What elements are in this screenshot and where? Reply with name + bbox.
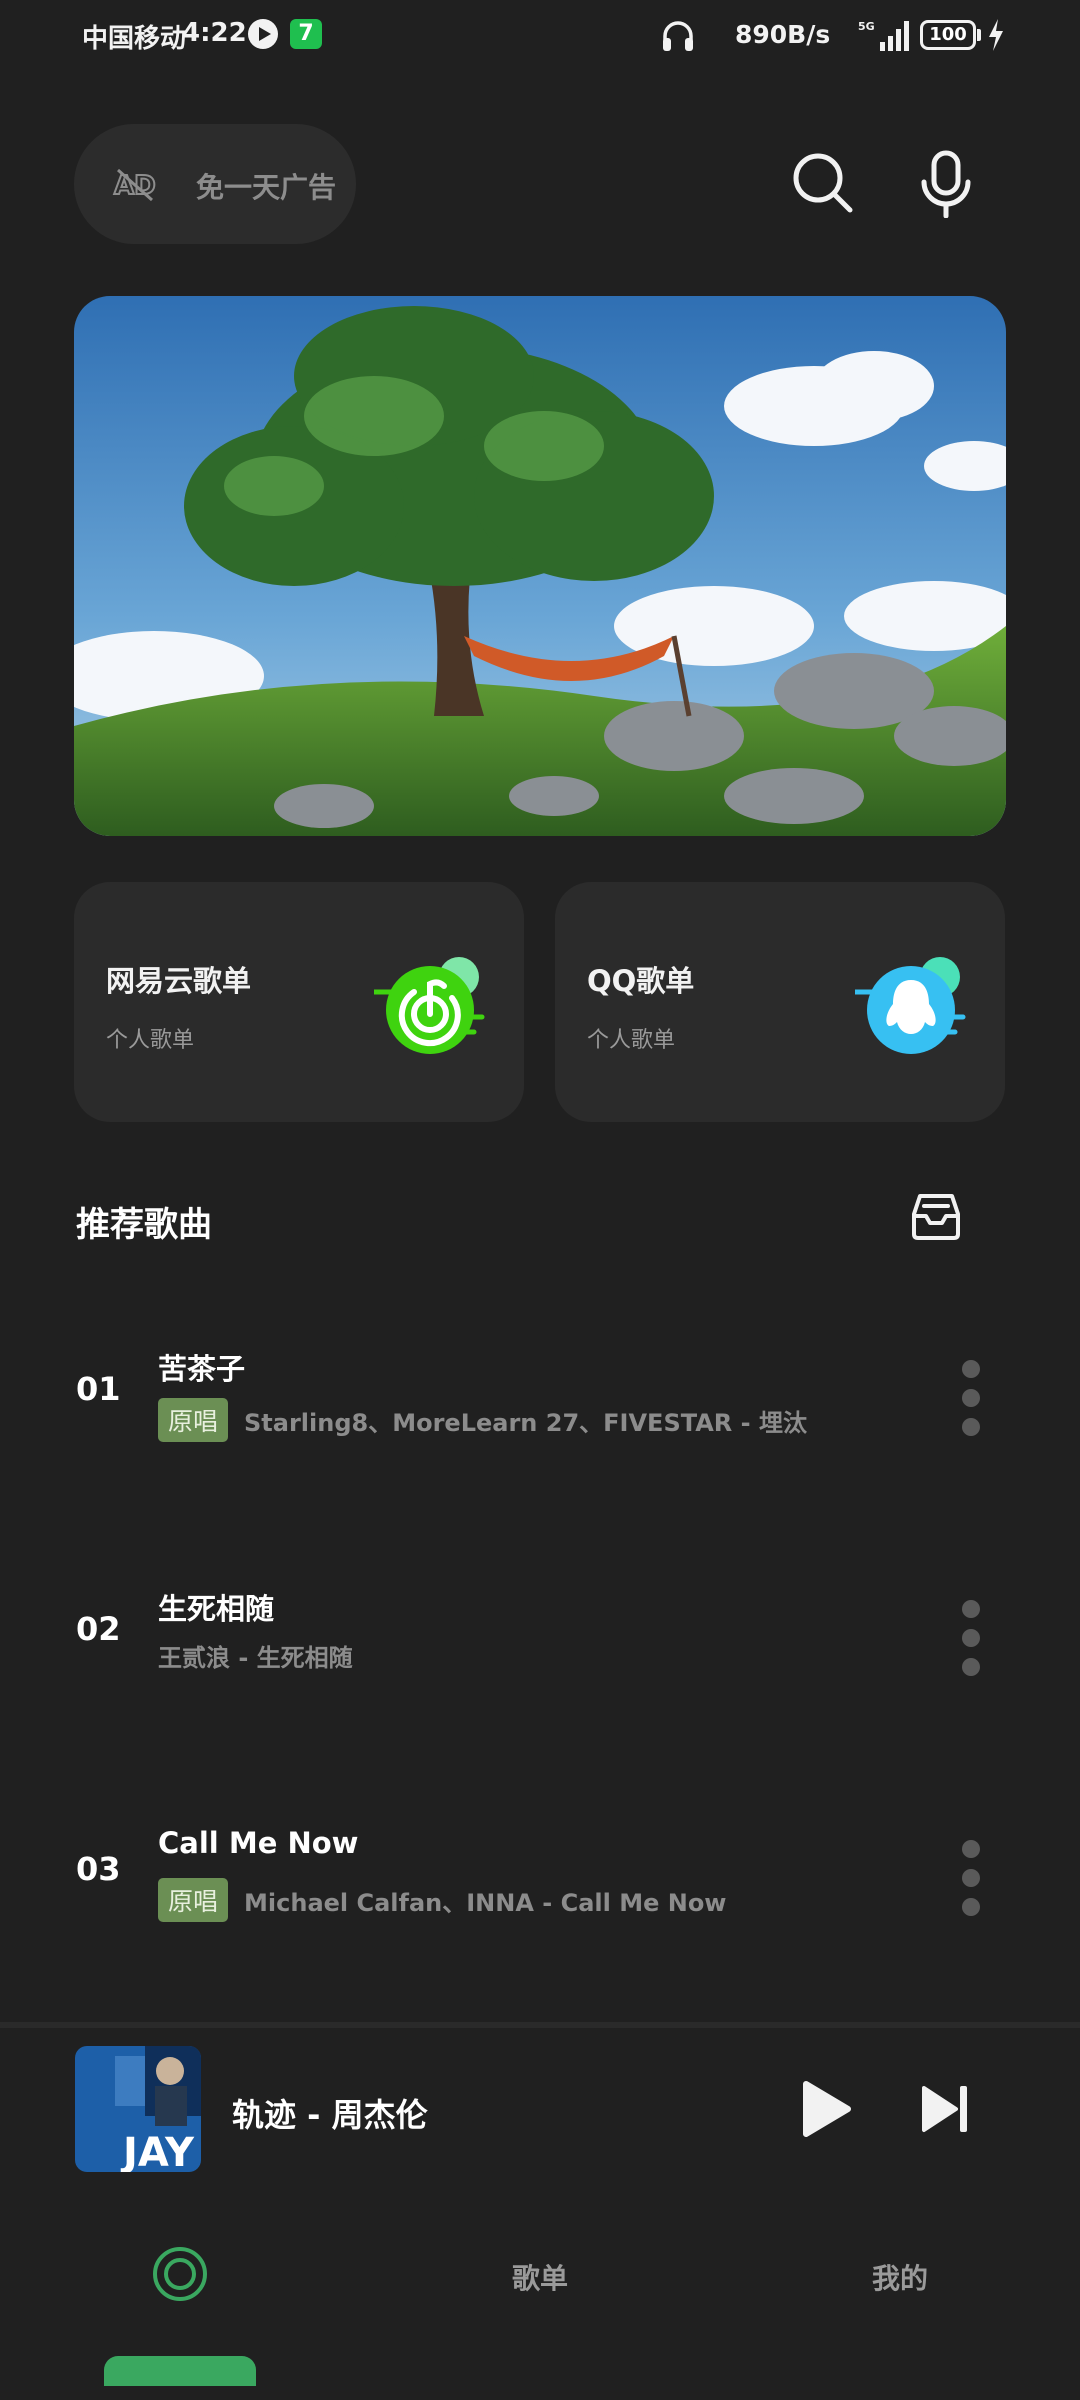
recommended-title: 推荐歌曲	[76, 1205, 212, 1245]
net-speed: 890B/s	[735, 20, 831, 49]
album-cover[interactable]: JAY	[75, 2046, 201, 2172]
more-options-icon[interactable]	[958, 1840, 984, 1916]
network-type: 5G	[858, 20, 875, 33]
play-icon[interactable]	[800, 2080, 852, 2138]
more-options-icon[interactable]	[958, 1600, 984, 1676]
netease-music-icon	[374, 957, 485, 1054]
qq-music-icon	[855, 957, 966, 1054]
charging-icon	[989, 19, 1003, 51]
signal-icon: 5G	[858, 20, 909, 51]
home-disc-icon[interactable]	[152, 2246, 208, 2302]
active-tab-indicator	[104, 2356, 256, 2386]
song-artist: Starling8、MoreLearn 27、FIVESTAR - 埋汰	[244, 1408, 807, 1437]
original-tag: 原唱	[158, 1878, 229, 1922]
cover-text: JAY	[120, 2130, 195, 2172]
qq-playlist-card[interactable]: QQ歌单 个人歌单	[555, 882, 1005, 1122]
headphone-icon	[663, 21, 693, 51]
song-index: 03	[76, 1850, 121, 1888]
inbox-icon[interactable]	[910, 1190, 962, 1242]
battery-cap	[977, 29, 981, 41]
notification-badge: 7	[290, 19, 322, 49]
now-playing-title: 轨迹 - 周杰伦	[232, 2096, 428, 2134]
status-bar: 中国移动 4:22 7 890B/s 5G 100	[0, 0, 1080, 72]
song-artist: Michael Calfan、INNA - Call Me Now	[244, 1888, 727, 1917]
ad-free-button[interactable]: AD 免一天广告	[74, 124, 356, 244]
song-meta: 原唱 Starling8、MoreLearn 27、FIVESTAR - 埋汰	[158, 1398, 807, 1442]
ad-free-label: 免一天广告	[196, 171, 337, 204]
song-index: 01	[76, 1370, 121, 1408]
play-notification-icon	[248, 19, 278, 49]
more-options-icon[interactable]	[958, 1360, 984, 1436]
song-index: 02	[76, 1610, 121, 1648]
song-row[interactable]: 02 生死相随 王贰浪 - 生死相随	[0, 1548, 1080, 1748]
carrier-label: 中国移动	[82, 24, 187, 54]
song-meta: 原唱 Michael Calfan、INNA - Call Me Now	[158, 1878, 726, 1922]
original-tag: 原唱	[158, 1398, 229, 1442]
song-row[interactable]: 01 苦茶子 原唱 Starling8、MoreLearn 27、FIVESTA…	[0, 1308, 1080, 1508]
song-meta: 王贰浪 - 生死相随	[158, 1638, 353, 1673]
nav-playlists[interactable]: 歌单	[512, 2257, 568, 2297]
card-title: 网易云歌单	[106, 964, 252, 998]
banner-image[interactable]	[74, 296, 1006, 836]
card-subtitle: 个人歌单	[106, 1028, 195, 1053]
nav-mine[interactable]: 我的	[872, 2257, 928, 2297]
song-artist: 王贰浪 - 生死相随	[158, 1644, 353, 1672]
player-divider	[0, 2022, 1080, 2028]
card-title: QQ歌单	[587, 964, 695, 998]
microphone-icon[interactable]	[918, 150, 974, 218]
no-ads-icon: AD	[113, 168, 157, 202]
song-title: 生死相随	[158, 1592, 275, 1626]
search-icon[interactable]	[790, 150, 854, 214]
next-track-icon[interactable]	[920, 2084, 970, 2134]
netease-playlist-card[interactable]: 网易云歌单 个人歌单	[74, 882, 524, 1122]
song-row[interactable]: 03 Call Me Now 原唱 Michael Calfan、INNA - …	[0, 1788, 1080, 1988]
battery-indicator: 100	[920, 20, 976, 50]
status-time: 4:22	[182, 18, 247, 48]
song-title: 苦茶子	[158, 1352, 246, 1386]
song-title: Call Me Now	[158, 1826, 359, 1860]
card-subtitle: 个人歌单	[587, 1028, 676, 1053]
